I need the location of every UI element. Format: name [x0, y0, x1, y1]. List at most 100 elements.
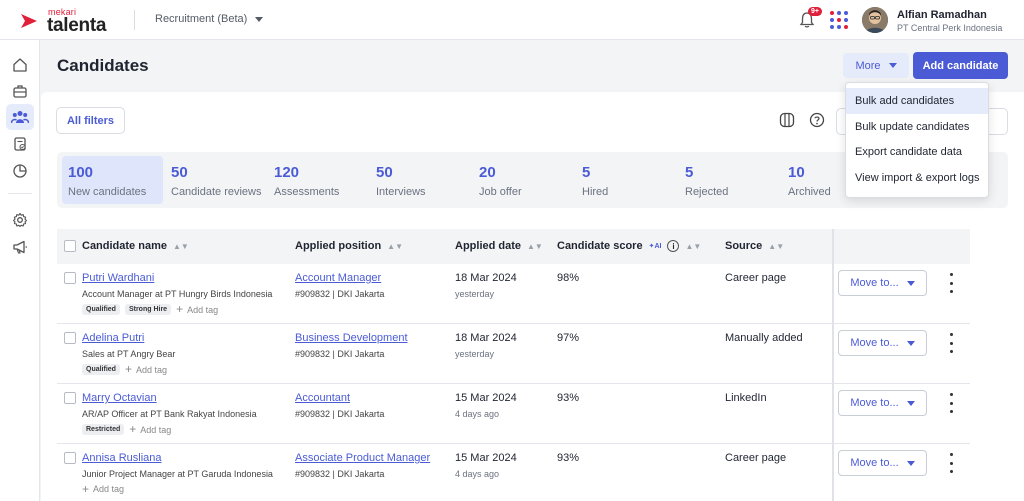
tab-candidate-reviews[interactable]: 50 Candidate reviews — [165, 156, 265, 204]
chevron-down-icon — [906, 460, 915, 466]
move-to-button[interactable]: Move to... — [838, 330, 927, 356]
chevron-down-icon — [255, 16, 264, 22]
tab-job-offer[interactable]: 20 Job offer — [473, 156, 573, 204]
candidate-score: 93% — [557, 392, 580, 404]
sort-icon: ▲▼ — [768, 241, 785, 251]
tab-new-candidates[interactable]: 100 New candidates — [62, 156, 163, 204]
candidate-name-link[interactable]: Marry Octavian — [82, 392, 157, 404]
column-header-label: Applied position — [295, 240, 382, 252]
sidebar-item-reports[interactable] — [6, 158, 34, 184]
add-tag-button[interactable]: + Add tag — [176, 302, 218, 316]
sidebar-item-settings[interactable] — [6, 207, 34, 233]
avatar[interactable] — [862, 7, 888, 33]
stage-count: 5 — [582, 164, 591, 181]
stage-count: 10 — [788, 164, 805, 181]
column-header-name[interactable]: Candidate name ▲▼ — [82, 240, 189, 252]
add-tag-button[interactable]: + Add tag — [124, 362, 167, 376]
position-link[interactable]: Account Manager — [295, 272, 381, 284]
menu-item-export-data[interactable]: Export candidate data — [846, 139, 988, 165]
candidate-source: Career page — [725, 272, 787, 284]
module-selector[interactable]: Recruitment (Beta) — [155, 13, 264, 25]
row-checkbox[interactable] — [64, 272, 76, 284]
move-to-label: Move to... — [850, 397, 899, 409]
tag-badge: Restricted — [82, 424, 125, 435]
info-icon[interactable]: i — [667, 240, 680, 252]
more-options-icon[interactable] — [946, 273, 956, 293]
apps-grid-icon[interactable] — [830, 11, 848, 29]
sidebar-item-home[interactable] — [6, 52, 34, 78]
more-options-icon[interactable] — [946, 453, 956, 473]
candidate-name-link[interactable]: Annisa Rusliana — [82, 452, 162, 464]
gear-icon — [12, 212, 28, 228]
candidate-name-link[interactable]: Adelina Putri — [82, 332, 144, 344]
candidate-current-role: AR/AP Officer at PT Bank Rakyat Indonesi… — [82, 409, 257, 419]
candidate-name-link[interactable]: Putri Wardhani — [82, 272, 154, 284]
position-link[interactable]: Accountant — [295, 392, 350, 404]
tab-assessments[interactable]: 120 Assessments — [268, 156, 368, 204]
sidebar-item-assessments[interactable] — [6, 131, 34, 157]
menu-item-bulk-add[interactable]: Bulk add candidates — [846, 88, 988, 114]
column-header-date[interactable]: Applied date ▲▼ — [455, 240, 543, 252]
column-header-score[interactable]: Candidate score ✦AI i ▲▼ — [557, 240, 701, 252]
tab-archived[interactable]: 10 Archived — [782, 156, 842, 204]
columns-icon[interactable] — [778, 111, 796, 129]
tab-rejected[interactable]: 5 Rejected — [679, 156, 779, 204]
move-to-button[interactable]: Move to... — [838, 270, 927, 296]
candidate-current-role: Sales at PT Angry Bear — [82, 349, 176, 359]
position-detail: #909832 | DKI Jakarta — [295, 409, 385, 419]
sidebar-item-jobs[interactable] — [6, 78, 34, 104]
topbar-divider — [134, 10, 135, 30]
column-header-position[interactable]: Applied position ▲▼ — [295, 240, 403, 252]
row-checkbox[interactable] — [64, 332, 76, 344]
notification-badge: 9+ — [808, 7, 822, 16]
top-bar: mekari talenta Recruitment (Beta) 9+ Alf… — [0, 0, 1024, 40]
logo-big-text: talenta — [47, 15, 107, 36]
all-filters-button[interactable]: All filters — [56, 107, 125, 134]
applied-date-relative: yesterday — [455, 289, 495, 299]
ai-sparkle-icon: ✦AI — [648, 243, 662, 250]
sticky-column-divider — [832, 229, 834, 501]
tab-interviews[interactable]: 50 Interviews — [370, 156, 470, 204]
more-options-icon[interactable] — [946, 393, 956, 413]
candidate-source: LinkedIn — [725, 392, 767, 404]
stage-label: New candidates — [68, 186, 147, 198]
menu-item-view-logs[interactable]: View import & export logs — [846, 165, 988, 191]
row-checkbox[interactable] — [64, 392, 76, 404]
candidate-tags: Qualified Strong Hire + Add tag — [82, 302, 218, 316]
plus-icon: + — [124, 362, 132, 376]
position-link[interactable]: Associate Product Manager — [295, 452, 430, 464]
page-title: Candidates — [57, 56, 149, 75]
more-button[interactable]: More — [843, 53, 909, 78]
stage-label: Job offer — [479, 186, 522, 198]
more-options-icon[interactable] — [946, 333, 956, 353]
sort-icon: ▲▼ — [172, 241, 189, 251]
row-checkbox[interactable] — [64, 452, 76, 464]
candidate-tags: Restricted + Add tag — [82, 423, 171, 435]
select-all-checkbox[interactable] — [64, 240, 76, 252]
add-tag-button[interactable]: + Add tag — [129, 423, 171, 435]
help-icon[interactable] — [808, 111, 826, 129]
plus-icon: + — [176, 302, 184, 316]
logo-mark-icon — [21, 14, 37, 28]
move-to-button[interactable]: Move to... — [838, 450, 927, 476]
menu-item-bulk-update[interactable]: Bulk update candidates — [846, 114, 988, 140]
add-tag-button[interactable]: + Add tag — [82, 483, 124, 495]
stage-label: Interviews — [376, 186, 426, 198]
candidate-score: 97% — [557, 332, 580, 344]
tab-hired[interactable]: 5 Hired — [576, 156, 676, 204]
add-candidate-button[interactable]: Add candidate — [913, 52, 1008, 79]
move-to-button[interactable]: Move to... — [838, 390, 927, 416]
sort-icon: ▲▼ — [527, 241, 543, 251]
chevron-down-icon — [906, 280, 915, 286]
sidebar-divider — [8, 193, 32, 194]
candidate-tags: Qualified + Add tag — [82, 362, 167, 376]
chevron-down-icon — [906, 400, 915, 406]
column-header-source[interactable]: Source ▲▼ — [725, 240, 784, 252]
sidebar-item-candidates[interactable] — [6, 104, 34, 130]
stage-label: Rejected — [685, 186, 729, 198]
candidate-source: Career page — [725, 452, 787, 464]
briefcase-icon — [13, 85, 27, 98]
position-link[interactable]: Business Development — [295, 332, 408, 344]
candidate-current-role: Account Manager at PT Hungry Birds Indon… — [82, 289, 273, 299]
sidebar-item-announcements[interactable] — [6, 234, 34, 260]
